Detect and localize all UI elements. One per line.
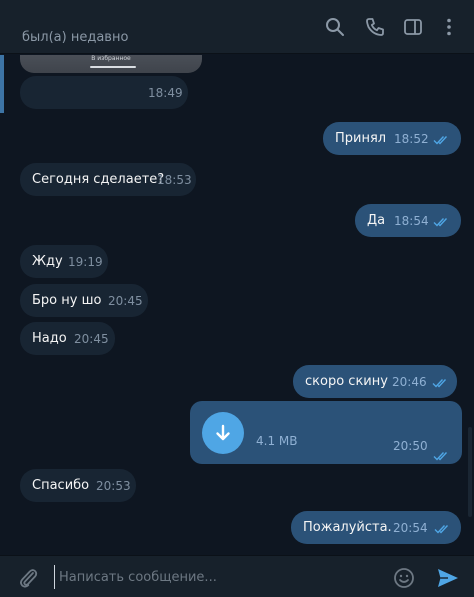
message-time: 20:46 bbox=[392, 375, 427, 389]
message-time: 19:19 bbox=[68, 255, 103, 269]
message-time: 20:50 bbox=[393, 439, 428, 453]
phone-icon[interactable] bbox=[364, 16, 386, 38]
message-text: скоро скину bbox=[305, 374, 388, 389]
double-check-icon bbox=[433, 451, 449, 461]
message-text: Принял bbox=[335, 131, 387, 146]
message-in[interactable]: Спасибо 20:53 bbox=[20, 469, 136, 502]
paperclip-icon[interactable] bbox=[16, 566, 40, 590]
double-check-icon bbox=[432, 378, 448, 388]
send-icon[interactable] bbox=[435, 565, 461, 591]
message-text: Жду bbox=[32, 254, 63, 269]
download-arrow-icon bbox=[216, 424, 230, 441]
double-check-icon bbox=[433, 217, 449, 227]
message-out[interactable]: скоро скину 20:46 bbox=[293, 365, 457, 398]
message-text: Надо bbox=[32, 331, 67, 346]
file-message[interactable]: 4.1 MB 20:50 bbox=[190, 401, 462, 464]
message-text: Пожалуйста. bbox=[303, 520, 392, 535]
double-check-icon bbox=[433, 135, 449, 145]
message-composer bbox=[0, 555, 474, 597]
message-in[interactable]: Надо 20:45 bbox=[20, 322, 115, 355]
more-vertical-icon[interactable] bbox=[438, 16, 460, 38]
photo-home-indicator bbox=[90, 66, 136, 68]
message-in[interactable]: Сегодня сделаете? 18:53 bbox=[20, 163, 196, 196]
scrollbar[interactable] bbox=[468, 427, 472, 517]
search-icon[interactable] bbox=[324, 16, 346, 38]
photo-message[interactable]: В избранное bbox=[20, 55, 202, 73]
file-size: 4.1 MB bbox=[256, 434, 298, 448]
message-text: Спасибо bbox=[32, 478, 90, 493]
message-input[interactable] bbox=[54, 565, 374, 589]
message-time: 18:54 bbox=[394, 214, 429, 228]
photo-caption: В избранное bbox=[91, 55, 131, 62]
message-time: 20:45 bbox=[74, 332, 109, 346]
message-list[interactable]: В избранное 18:49 Принял 18:52 Сегодня с… bbox=[0, 55, 474, 554]
message-time: 20:54 bbox=[393, 521, 428, 535]
contact-status: был(а) недавно bbox=[22, 30, 129, 45]
message-text: Сегодня сделаете? bbox=[32, 172, 165, 187]
message-in[interactable]: Бро ну шо 20:45 bbox=[20, 284, 148, 317]
chat-header: был(а) недавно bbox=[0, 0, 474, 54]
download-button[interactable] bbox=[202, 412, 244, 454]
message-time: 18:52 bbox=[394, 132, 429, 146]
message-out[interactable]: Принял 18:52 bbox=[323, 122, 461, 155]
message-time: 18:53 bbox=[157, 173, 192, 187]
message-text: Бро ну шо bbox=[32, 293, 102, 308]
message-out[interactable]: Да 18:54 bbox=[355, 204, 461, 237]
double-check-icon bbox=[434, 524, 450, 534]
emoji-icon[interactable] bbox=[392, 566, 416, 590]
message-in[interactable]: 18:49 bbox=[20, 76, 188, 109]
sidebar-toggle-icon[interactable] bbox=[402, 16, 424, 38]
message-in[interactable]: Жду 19:19 bbox=[20, 245, 108, 278]
message-time: 20:45 bbox=[108, 294, 143, 308]
reply-marker bbox=[0, 55, 4, 113]
message-out[interactable]: Пожалуйста. 20:54 bbox=[291, 511, 461, 544]
message-text: Да bbox=[367, 213, 386, 228]
message-time: 18:49 bbox=[148, 86, 183, 100]
message-time: 20:53 bbox=[96, 479, 131, 493]
